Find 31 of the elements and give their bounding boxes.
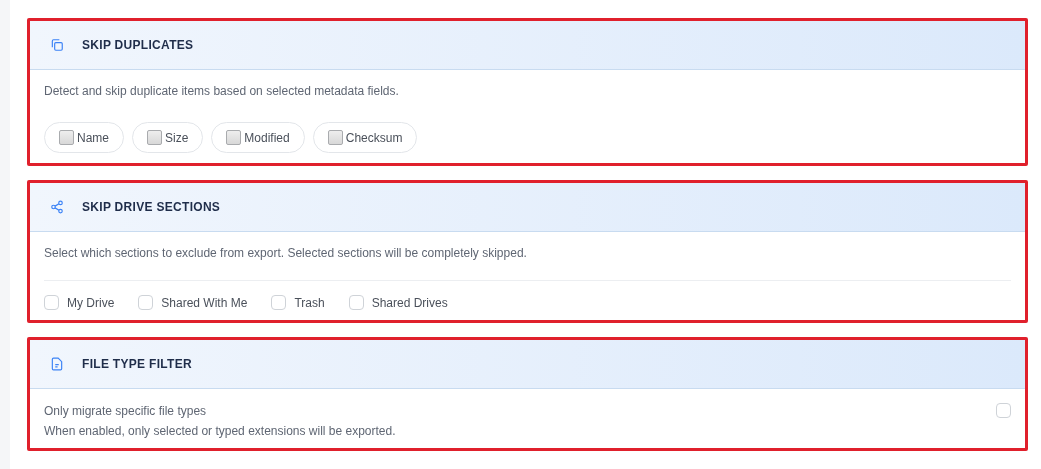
option-label: Only migrate specific file types [44,403,207,418]
section-title: SKIP DRIVE SECTIONS [82,200,221,214]
option-label: Size [165,130,189,145]
checkbox[interactable] [226,130,242,145]
option-label: My Drive [67,295,115,310]
option-label: Name [77,130,109,145]
option-label: Trash [294,295,325,310]
option-label: Shared With Me [161,295,248,310]
copy-icon [50,38,64,52]
option-chip[interactable]: Size [132,122,204,153]
option-label: Shared Drives [371,295,448,310]
section-title: FILE TYPE FILTER [82,357,192,371]
section-description: Detect and skip duplicate items based on selected metadata fields. [44,84,400,98]
checkbox[interactable] [271,295,287,310]
checkbox[interactable] [138,295,154,310]
document-icon [50,357,64,371]
share-icon [50,200,64,214]
option-chip[interactable]: Checksum [312,122,418,153]
section-description: Select which sections to exclude from export. Selected sections will be completely skipped. [44,246,528,260]
option-chip[interactable]: Name [44,122,124,153]
option-chip[interactable]: Modified [211,122,305,153]
checkbox[interactable] [327,130,343,145]
help-text: When enabled, only selected or typed extensions will be exported. [44,424,397,438]
checkbox[interactable] [996,403,1011,418]
checkbox[interactable] [44,295,59,310]
option-label: Modified [244,130,290,145]
checkbox[interactable] [348,295,364,310]
checkbox[interactable] [147,130,162,145]
option-label: Checksum [345,130,403,145]
section-title: SKIP DUPLICATES [82,38,194,52]
checkbox[interactable] [59,130,74,145]
